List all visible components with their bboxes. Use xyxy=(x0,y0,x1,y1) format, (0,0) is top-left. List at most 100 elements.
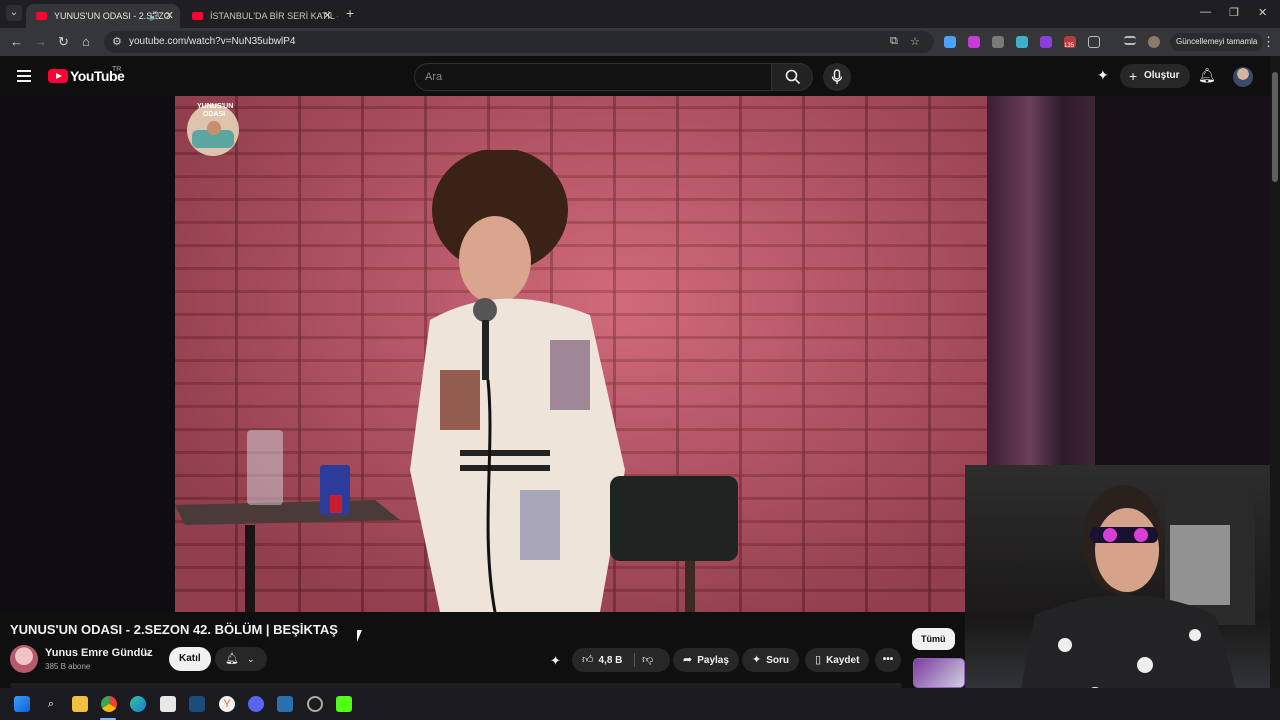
reload-icon[interactable]: ↻ xyxy=(58,34,69,50)
scrollbar-thumb[interactable] xyxy=(1272,72,1278,182)
ask-button[interactable]: ✦ Soru xyxy=(742,648,799,672)
speaker-icon[interactable]: 🔊 xyxy=(149,4,160,28)
gemini-ask-icon[interactable]: ✦ xyxy=(550,653,561,669)
browser-tab-bar: ⌄ YUNUS'UN ODASI - 2.SEZO 🔊 ✕ İSTANBUL'D… xyxy=(0,0,1280,28)
edge-icon[interactable] xyxy=(130,696,146,712)
discord-icon[interactable] xyxy=(248,696,264,712)
extensions-puzzle-icon[interactable] xyxy=(1088,36,1100,48)
install-app-icon[interactable]: ⧉ xyxy=(890,35,898,48)
reading-list-icon[interactable] xyxy=(1124,36,1136,45)
extension-icon[interactable] xyxy=(944,36,956,48)
search-icon[interactable]: ⌕ xyxy=(43,696,59,712)
dislike-button[interactable]: 👎︎ xyxy=(642,648,658,673)
windows-taskbar: ⌕ Y xyxy=(0,688,1280,720)
gemini-ask-icon[interactable]: ✦ xyxy=(1097,67,1109,84)
new-tab-button[interactable]: + xyxy=(346,5,354,21)
stage-table-illustration xyxy=(175,430,400,612)
search-input[interactable] xyxy=(425,69,755,85)
extension-icon[interactable] xyxy=(968,36,980,48)
create-button[interactable]: Oluştur xyxy=(1120,64,1190,88)
tab-search-button[interactable]: ⌄ xyxy=(6,5,22,21)
store-icon[interactable] xyxy=(160,696,176,712)
close-window-icon[interactable]: ✕ xyxy=(1258,6,1267,19)
windows-start-icon[interactable] xyxy=(14,696,30,712)
bar-stool-illustration xyxy=(610,476,738,612)
join-button[interactable]: Katıl xyxy=(169,647,211,671)
forward-icon[interactable]: → xyxy=(34,34,47,49)
voice-search-button[interactable] xyxy=(823,63,851,91)
file-explorer-icon[interactable] xyxy=(72,696,88,712)
thumbs-up-icon: 👍︎ xyxy=(582,654,594,666)
update-button[interactable]: Güncellemeyi tamamla xyxy=(1170,33,1264,51)
channel-name[interactable]: Yunus Emre Gündüz xyxy=(45,647,153,659)
browser-toolbar: ← → ↻ ⌂ ⚙ youtube.com/watch?v=NuN35ubwlP… xyxy=(0,28,1280,56)
extension-icon[interactable] xyxy=(1040,36,1052,48)
like-button[interactable]: 👍︎ 4,8 B xyxy=(582,654,623,666)
account-avatar[interactable] xyxy=(1233,67,1253,87)
page-scrollbar[interactable] xyxy=(1270,56,1280,688)
youtube-favicon-icon xyxy=(36,12,47,20)
extension-icon[interactable] xyxy=(992,36,1004,48)
ask-label: Soru xyxy=(766,655,789,666)
related-video-thumbnail[interactable] xyxy=(913,658,965,688)
notifications-bell-icon[interactable]: 🔔︎ xyxy=(1198,67,1216,84)
minimize-icon[interactable]: — xyxy=(1200,6,1211,18)
home-icon[interactable]: ⌂ xyxy=(82,34,90,49)
bookmark-icon: ▯ xyxy=(815,654,822,666)
like-divider xyxy=(634,653,635,667)
extension-badge: 135 xyxy=(1064,43,1075,49)
streamer-webcam xyxy=(965,465,1270,720)
url-text[interactable]: youtube.com/watch?v=NuN35ubwlP4 xyxy=(129,36,295,47)
sparkle-icon: ✦ xyxy=(752,654,762,666)
player-background-left xyxy=(0,96,175,612)
channel-avatar[interactable] xyxy=(10,645,38,673)
youtube-favicon-icon xyxy=(192,12,203,20)
close-tab-icon[interactable]: ✕ xyxy=(323,4,332,28)
more-actions-button[interactable]: ••• xyxy=(875,648,901,672)
more-horizontal-icon: ••• xyxy=(882,654,894,665)
performer-illustration xyxy=(410,150,625,612)
extension-icon[interactable] xyxy=(1016,36,1028,48)
bell-icon: 🔔︎ xyxy=(225,653,239,665)
mouse-cursor xyxy=(357,630,362,642)
chrome-icon[interactable] xyxy=(101,696,117,712)
yandex-icon[interactable]: Y xyxy=(219,696,235,712)
tab-yunus-odasi[interactable]: YUNUS'UN ODASI - 2.SEZO 🔊 ✕ xyxy=(26,4,180,28)
subscription-bell-button[interactable]: 🔔︎ ⌄ xyxy=(215,647,267,671)
subscriber-count: 385 B abone xyxy=(45,662,91,671)
search-button[interactable] xyxy=(771,63,813,91)
profile-avatar[interactable] xyxy=(1148,36,1160,48)
share-label: Paylaş xyxy=(697,655,729,666)
search-box[interactable] xyxy=(414,63,772,91)
verified-check-icon: ✔ xyxy=(145,648,153,658)
menu-hamburger-icon[interactable] xyxy=(17,70,31,85)
kick-live-icon[interactable] xyxy=(336,696,352,712)
app-circle-icon[interactable] xyxy=(307,696,323,712)
back-icon[interactable]: ← xyxy=(10,34,23,49)
youtube-logo-icon[interactable] xyxy=(48,69,68,83)
country-code: TR xyxy=(112,66,122,73)
bookmark-star-icon[interactable]: ☆ xyxy=(910,35,920,48)
thumbs-down-icon: 👎︎ xyxy=(642,654,654,666)
save-button[interactable]: ▯ Kaydet xyxy=(805,648,870,672)
tab-istanbul-seri-katil[interactable]: İSTANBUL'DA BİR SERİ KATİL - ✕ xyxy=(182,4,338,28)
address-bar[interactable]: ⚙ youtube.com/watch?v=NuN35ubwlP4 ⧉ ☆ xyxy=(104,31,934,53)
filter-chip-all[interactable]: Tümü xyxy=(912,628,955,650)
chevron-down-icon: ⌄ xyxy=(247,654,255,664)
like-dislike-group: 👍︎ 4,8 B 👎︎ xyxy=(572,648,670,672)
steam-alt-icon[interactable] xyxy=(277,696,293,712)
tab-title: İSTANBUL'DA BİR SERİ KATİL - xyxy=(210,11,338,21)
youtube-header: YouTube TR ✦ Oluştur 🔔︎ xyxy=(0,56,1280,96)
close-tab-icon[interactable]: ✕ xyxy=(165,4,174,28)
like-count: 4,8 B xyxy=(598,655,623,666)
podcast-logo-text: YUNUS'UN ODASI xyxy=(197,103,234,118)
microphone-icon xyxy=(831,69,843,84)
maximize-icon[interactable]: ❐ xyxy=(1229,6,1239,19)
share-button[interactable]: ➦ Paylaş xyxy=(673,648,739,672)
search-icon xyxy=(785,69,801,85)
site-info-icon[interactable]: ⚙ xyxy=(112,35,122,48)
video-title: YUNUS'UN ODASI - 2.SEZON 42. BÖLÜM | BEŞ… xyxy=(10,622,338,637)
share-arrow-icon: ➦ xyxy=(683,654,693,666)
browser-menu-icon[interactable]: ⋮ xyxy=(1262,34,1275,50)
steam-icon[interactable] xyxy=(189,696,205,712)
